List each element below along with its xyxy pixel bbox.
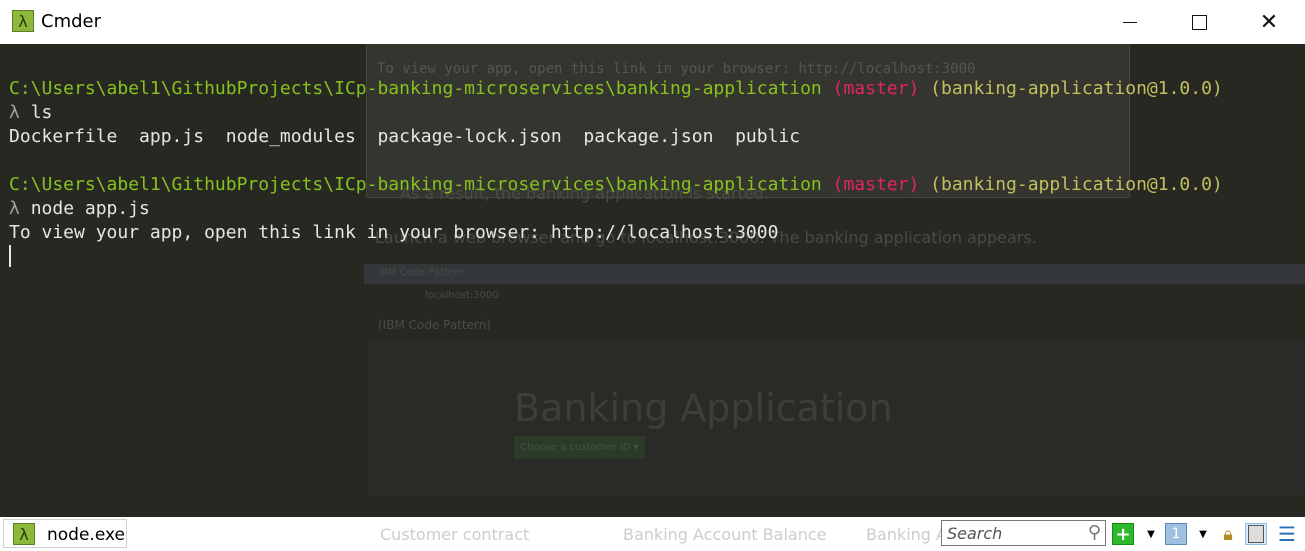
minimize-icon <box>1123 21 1137 23</box>
ghost-address: localhost:3000 <box>425 290 499 301</box>
close-icon: ✕ <box>1259 9 1279 35</box>
menu-icon[interactable]: ☰ <box>1276 522 1298 546</box>
tab-label: node.exe <box>47 525 125 545</box>
ghost-col: Banking Account Balance <box>623 525 827 544</box>
search-icon[interactable]: ⚲ <box>1088 522 1101 543</box>
prompt-path: C:\Users\abel1\GithubProjects\ICp-bankin… <box>9 174 822 195</box>
minimize-button[interactable] <box>1107 0 1153 44</box>
lambda-prompt-icon: λ <box>9 102 20 123</box>
lock-icon[interactable]: 🔒︎ <box>1217 523 1239 545</box>
ghost-brand: (IBM Code Pattern) <box>378 318 492 332</box>
command: node app.js <box>30 198 150 219</box>
package-version: (banking-application@1.0.0) <box>930 174 1223 195</box>
search-placeholder: Search <box>947 524 1003 543</box>
ghost-button: Choose a customer ID ▾ <box>514 436 645 459</box>
status-bar: λ node.exe Customer contract Banking Acc… <box>0 517 1305 551</box>
ghost-hero: Banking Application Choose a customer ID… <box>368 340 1305 495</box>
search-input[interactable]: Search ⚲ <box>941 520 1106 546</box>
ghost-col: Customer contract <box>380 525 530 544</box>
text-cursor <box>9 245 11 267</box>
command-output: Dockerfile app.js node_modules package-l… <box>9 126 801 147</box>
lambda-prompt-icon: λ <box>9 198 20 219</box>
lambda-icon: λ <box>13 523 35 545</box>
close-button[interactable]: ✕ <box>1246 0 1292 44</box>
ghost-line: To view your app, open this link in your… <box>377 61 976 77</box>
new-console-icon[interactable]: + <box>1112 523 1134 545</box>
window-title: Cmder <box>41 11 102 32</box>
terminal-output: C:\Users\abel1\GithubProjects\ICp-bankin… <box>9 77 1223 270</box>
terminal[interactable]: To view your app, open this link in your… <box>0 44 1305 517</box>
maximize-icon <box>1191 14 1207 30</box>
dropdown-icon[interactable]: ▼ <box>1140 523 1162 545</box>
git-branch: (master) <box>832 174 920 195</box>
dropdown-icon[interactable]: ▼ <box>1192 523 1214 545</box>
console-number-icon[interactable]: 1 <box>1165 523 1187 545</box>
ghost-col: Banking A <box>866 525 947 544</box>
command: ls <box>30 102 53 123</box>
ghost-heading: Banking Application <box>514 386 893 430</box>
prompt-path: C:\Users\abel1\GithubProjects\ICp-bankin… <box>9 78 822 99</box>
title-bar: λ Cmder ✕ <box>0 0 1305 44</box>
git-branch: (master) <box>832 78 920 99</box>
panel-icon[interactable] <box>1245 523 1267 545</box>
package-version: (banking-application@1.0.0) <box>930 78 1223 99</box>
command-output: To view your app, open this link in your… <box>9 222 779 243</box>
maximize-button[interactable] <box>1176 0 1222 44</box>
console-tab[interactable]: λ node.exe <box>3 519 127 548</box>
lambda-icon[interactable]: λ <box>12 10 34 32</box>
